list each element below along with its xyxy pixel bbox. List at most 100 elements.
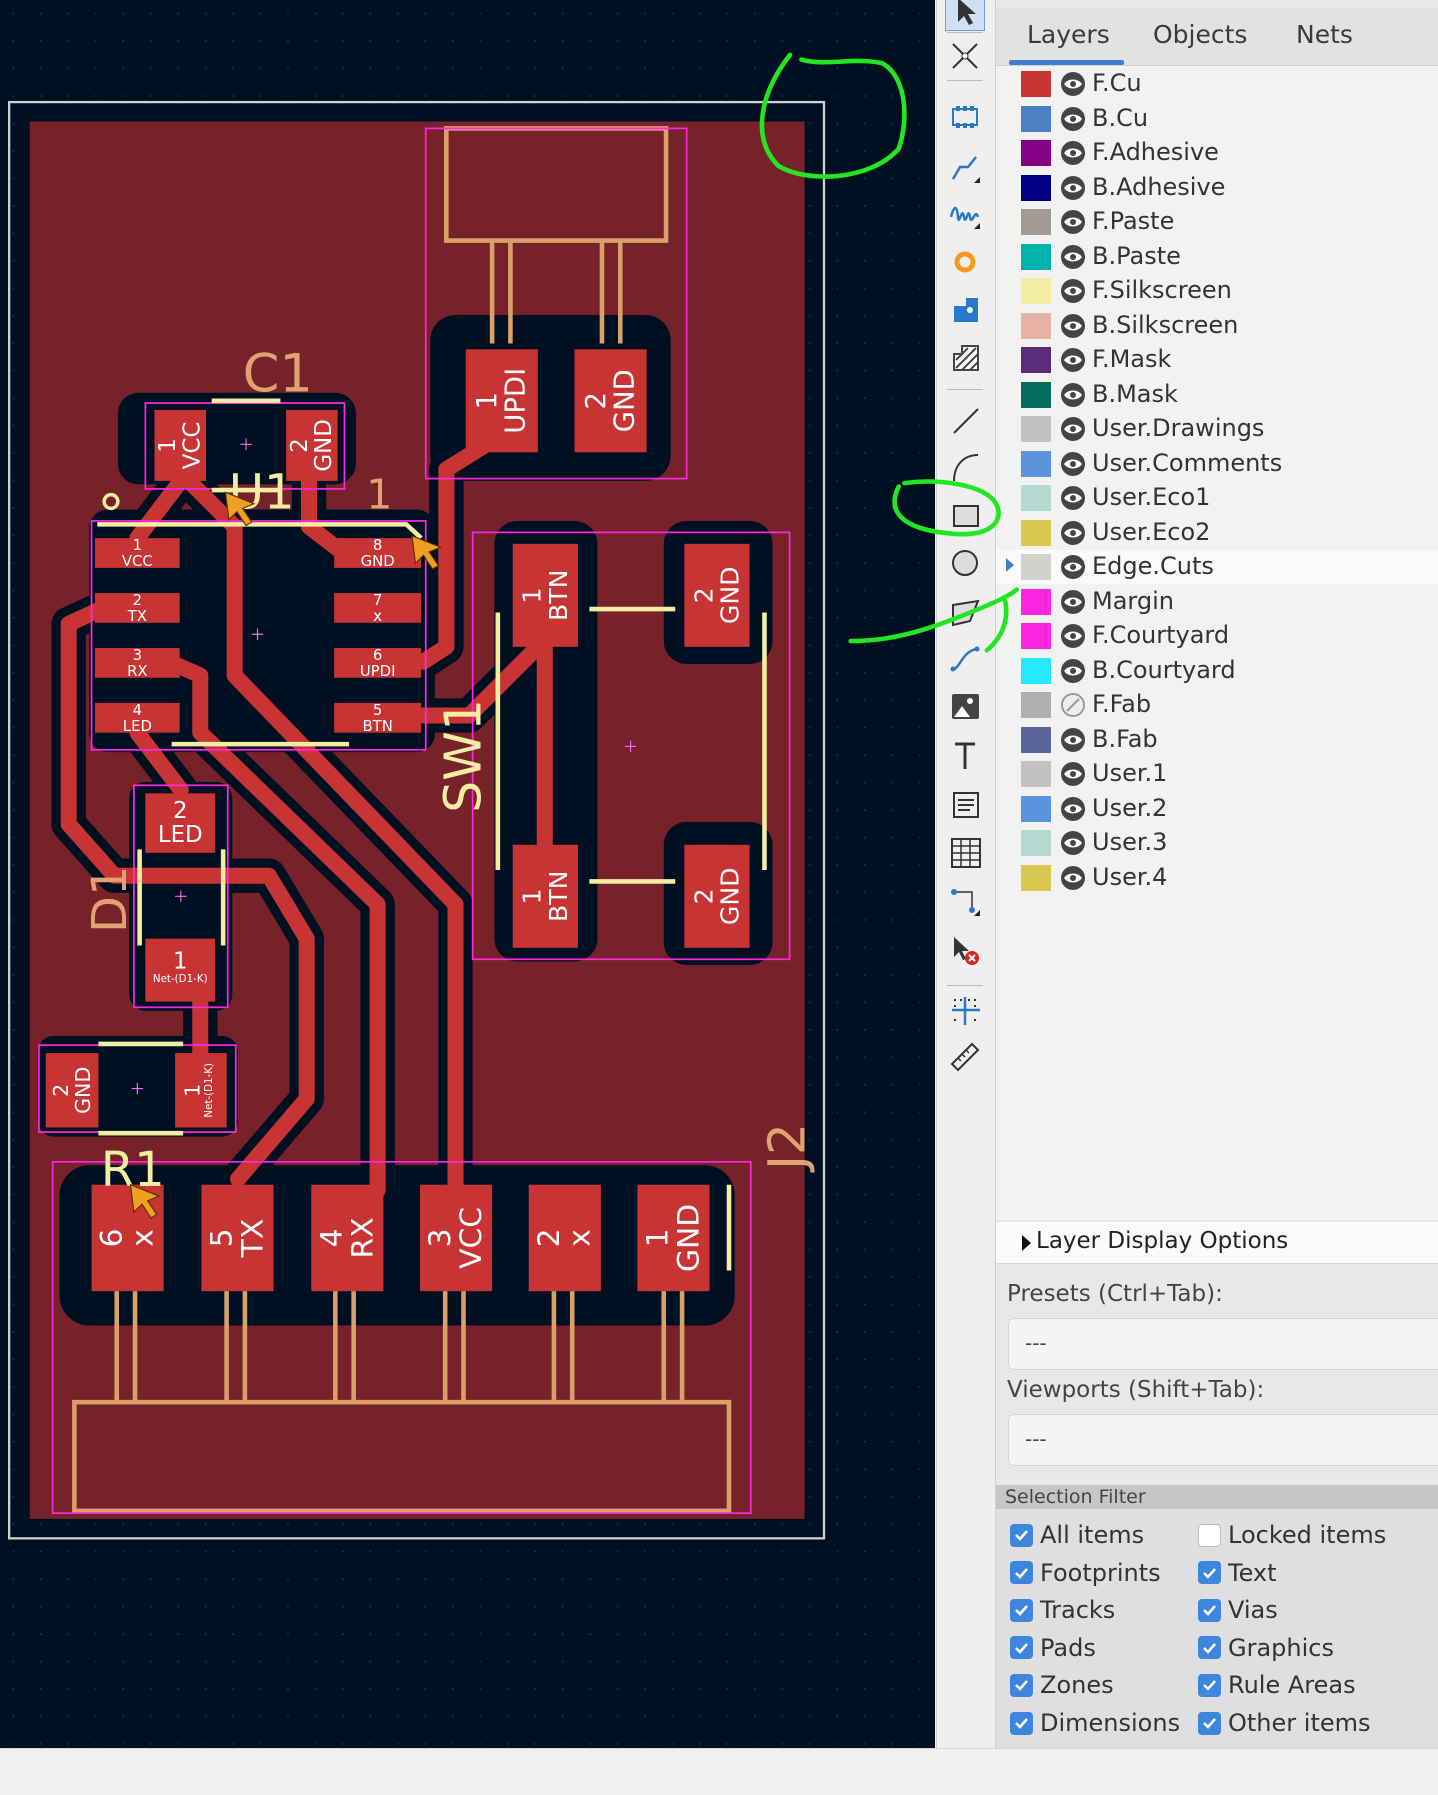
- eye-icon[interactable]: [1060, 520, 1086, 546]
- layer-row[interactable]: B.Mask: [996, 378, 1438, 412]
- pad[interactable]: 1BTN: [512, 844, 578, 948]
- pcb-canvas[interactable]: 1 UPDI 2 GND 1 VCC 2 GND 1 VCC 2 TX 3 RX 4 LED 8 GND 7 x 6 UP…: [0, 0, 935, 1748]
- eye-icon[interactable]: [1060, 830, 1086, 856]
- tune-length-tool-button[interactable]: [945, 194, 985, 234]
- add-textbox-tool-button[interactable]: [945, 784, 985, 824]
- filter-checkbox[interactable]: Other items: [1198, 1709, 1371, 1737]
- eye-icon[interactable]: [1060, 209, 1086, 235]
- tab-nets[interactable]: Nets: [1296, 20, 1353, 49]
- route-track-tool-button[interactable]: [945, 148, 985, 188]
- layer-color-swatch[interactable]: [1021, 830, 1051, 856]
- filter-checkbox[interactable]: Rule Areas: [1198, 1671, 1356, 1699]
- eye-icon[interactable]: [1060, 727, 1086, 753]
- layer-color-swatch[interactable]: [1021, 726, 1051, 753]
- layer-row[interactable]: Edge.Cuts: [996, 550, 1438, 584]
- pad[interactable]: 2GND: [45, 1053, 99, 1128]
- draw-line-tool-button[interactable]: [945, 400, 985, 440]
- pad[interactable]: 3VCC: [420, 1184, 493, 1292]
- checkbox-checked-icon[interactable]: [1198, 1711, 1221, 1735]
- layer-color-swatch[interactable]: [1021, 140, 1051, 166]
- layer-color-swatch[interactable]: [1021, 450, 1051, 477]
- add-text-tool-button[interactable]: [945, 735, 985, 775]
- add-dimension-tool-button[interactable]: [945, 881, 985, 921]
- eye-icon[interactable]: [1060, 485, 1086, 511]
- layer-row[interactable]: Margin: [996, 585, 1438, 619]
- pad[interactable]: 7x: [334, 591, 422, 625]
- pad[interactable]: 2GND: [684, 543, 750, 647]
- eye-icon[interactable]: [1060, 589, 1086, 615]
- layer-color-swatch[interactable]: [1021, 381, 1051, 408]
- layer-row[interactable]: F.Paste: [996, 205, 1438, 239]
- layer-row[interactable]: F.Courtyard: [996, 619, 1438, 653]
- draw-circle-tool-button[interactable]: [945, 543, 985, 583]
- checkbox-checked-icon[interactable]: [1198, 1636, 1221, 1660]
- filter-checkbox[interactable]: Tracks: [1010, 1596, 1115, 1624]
- layer-color-swatch[interactable]: [1021, 105, 1051, 132]
- pad[interactable]: 6x: [91, 1184, 164, 1292]
- layer-color-swatch[interactable]: [1021, 485, 1051, 511]
- pad[interactable]: 2x: [528, 1184, 601, 1292]
- checkbox-checked-icon[interactable]: [1010, 1673, 1033, 1697]
- eye-icon[interactable]: [1060, 278, 1086, 304]
- layer-color-swatch[interactable]: [1021, 519, 1051, 546]
- filter-checkbox[interactable]: Graphics: [1198, 1634, 1334, 1662]
- pad[interactable]: 2TX: [94, 591, 180, 625]
- draw-polygon-tool-button[interactable]: [945, 592, 985, 632]
- eye-icon[interactable]: [1060, 313, 1086, 339]
- filter-checkbox[interactable]: Text: [1198, 1559, 1277, 1587]
- layer-color-swatch[interactable]: [1021, 312, 1051, 339]
- layer-row[interactable]: F.Adhesive: [996, 136, 1438, 170]
- layer-row[interactable]: F.Cu: [996, 67, 1438, 101]
- draw-bezier-tool-button[interactable]: [945, 638, 985, 678]
- layer-color-swatch[interactable]: [1021, 278, 1051, 304]
- pad[interactable]: 1VCC: [154, 409, 206, 481]
- layer-color-swatch[interactable]: [1021, 864, 1051, 891]
- pad[interactable]: 2GND: [684, 844, 750, 948]
- checkbox-checked-icon[interactable]: [1010, 1523, 1033, 1547]
- add-zone-tool-button[interactable]: [945, 337, 985, 377]
- tab-layers[interactable]: Layers: [1027, 20, 1110, 49]
- filter-checkbox[interactable]: Footprints: [1010, 1559, 1161, 1587]
- eye-hidden-icon[interactable]: [1060, 692, 1086, 718]
- filter-checkbox[interactable]: Dimensions: [1010, 1709, 1180, 1737]
- eye-icon[interactable]: [1060, 71, 1086, 97]
- layer-color-swatch[interactable]: [1021, 71, 1051, 97]
- checkbox-unchecked-icon[interactable]: [1198, 1523, 1221, 1547]
- grid-origin-tool-button[interactable]: [945, 990, 985, 1030]
- layer-row[interactable]: User.Eco2: [996, 516, 1438, 550]
- layer-color-swatch[interactable]: [1021, 623, 1051, 649]
- layer-row[interactable]: F.Mask: [996, 343, 1438, 377]
- layer-row[interactable]: User.Comments: [996, 447, 1438, 481]
- checkbox-checked-icon[interactable]: [1010, 1711, 1033, 1735]
- layer-color-swatch[interactable]: [1021, 692, 1051, 718]
- select-arrow-tool-button[interactable]: [945, 0, 985, 32]
- checkbox-checked-icon[interactable]: [1010, 1561, 1033, 1585]
- filter-checkbox[interactable]: All items: [1010, 1521, 1144, 1549]
- eye-icon[interactable]: [1060, 175, 1086, 201]
- layer-row[interactable]: F.Silkscreen: [996, 274, 1438, 308]
- eye-icon[interactable]: [1060, 106, 1086, 132]
- layer-row[interactable]: B.Silkscreen: [996, 309, 1438, 343]
- eye-icon[interactable]: [1060, 623, 1086, 649]
- add-via-tool-button[interactable]: [945, 242, 985, 282]
- checkbox-checked-icon[interactable]: [1198, 1673, 1221, 1697]
- layer-row[interactable]: User.Drawings: [996, 412, 1438, 446]
- eye-icon[interactable]: [1060, 416, 1086, 442]
- checkbox-checked-icon[interactable]: [1010, 1598, 1033, 1622]
- checkbox-checked-icon[interactable]: [1198, 1598, 1221, 1622]
- layer-row[interactable]: F.Fab: [996, 688, 1438, 722]
- checkbox-checked-icon[interactable]: [1198, 1561, 1221, 1585]
- layer-color-swatch[interactable]: [1021, 243, 1051, 270]
- eye-icon[interactable]: [1060, 865, 1086, 891]
- eye-icon[interactable]: [1060, 244, 1086, 270]
- add-footprint-tool-button[interactable]: [945, 97, 985, 137]
- eye-icon[interactable]: [1060, 382, 1086, 408]
- layer-color-swatch[interactable]: [1021, 209, 1051, 235]
- pad[interactable]: 1BTN: [512, 543, 578, 647]
- add-table-tool-button[interactable]: [945, 832, 985, 872]
- layer-row[interactable]: User.Eco1: [996, 481, 1438, 515]
- pad[interactable]: 1UPDI: [465, 349, 538, 453]
- pad[interactable]: 2GND: [574, 349, 647, 453]
- layer-row[interactable]: User.3: [996, 826, 1438, 860]
- pcb-board-view[interactable]: 1UPDI 2GND1VCC 2GND1VCC2TX3RX4LED8GND7x6UP…: [0, 0, 935, 1748]
